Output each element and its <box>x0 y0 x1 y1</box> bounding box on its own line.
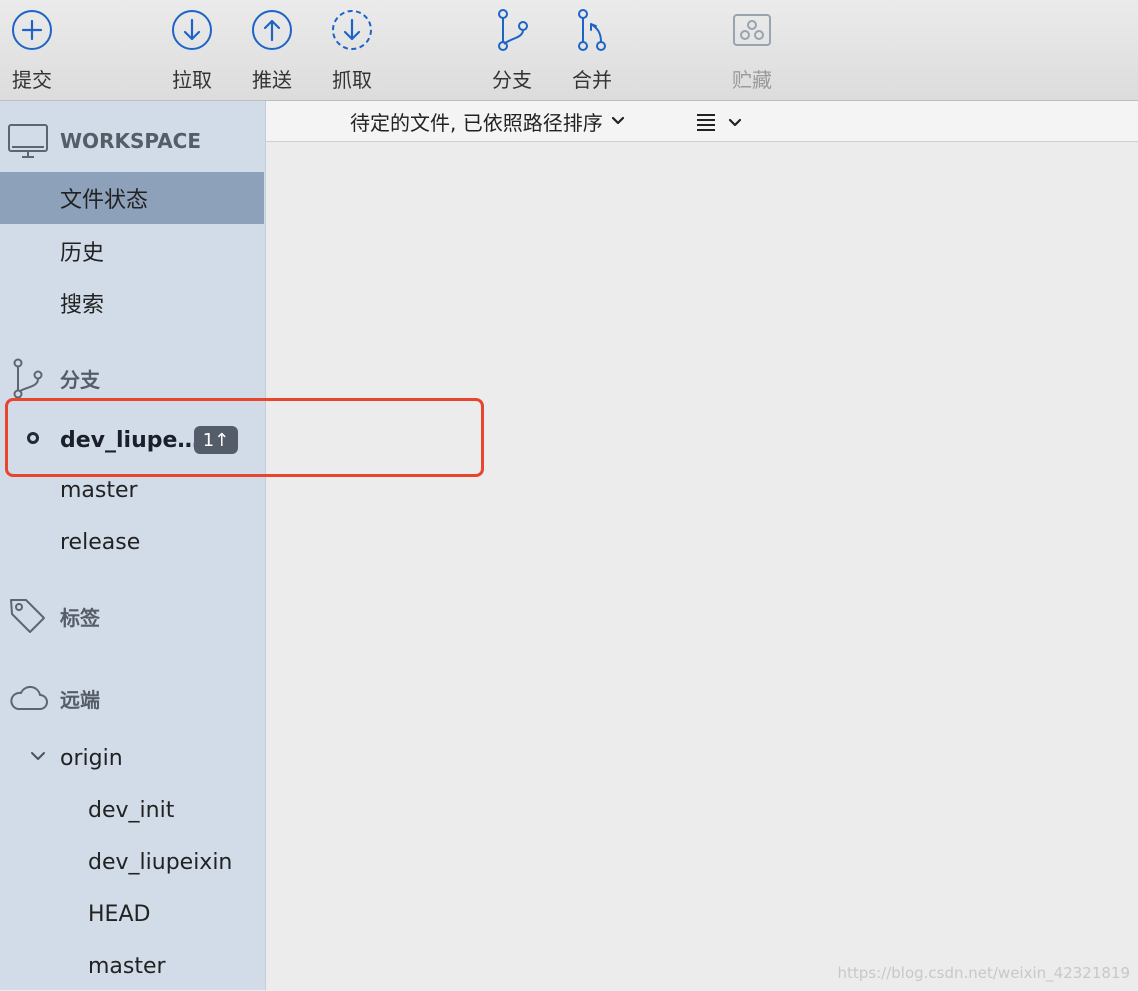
pull-label: 拉取 <box>172 68 212 92</box>
branch-item-release[interactable]: release <box>0 517 264 567</box>
merge-button[interactable]: 合并 <box>552 8 632 98</box>
merge-label: 合并 <box>572 68 612 92</box>
sidebar-item-label: 文件状态 <box>60 188 149 213</box>
sidebar-item-label: 搜索 <box>60 293 105 318</box>
toolbar: 提交 拉取 推送 抓取 分支 合并 贮藏 <box>0 0 1138 101</box>
branches-header[interactable]: 分支 <box>0 356 265 400</box>
chevron-down-icon <box>611 116 624 125</box>
commit-label: 提交 <box>12 68 52 92</box>
tag-icon <box>8 596 48 636</box>
tags-header-label: 标签 <box>60 605 100 630</box>
remote-branch-name: dev_init <box>88 797 175 823</box>
remote-branch-name: dev_liupeixin <box>88 849 233 875</box>
sort-order-select[interactable]: 待定的文件, 已依照路径排序 <box>350 107 625 135</box>
view-mode-select[interactable] <box>696 109 742 137</box>
commit-button[interactable]: 提交 <box>0 8 72 98</box>
branches-header-label: 分支 <box>60 367 100 392</box>
remote-branch-item[interactable]: master <box>0 941 264 991</box>
tags-header[interactable]: 标签 <box>0 594 265 638</box>
sidebar-item-label: 历史 <box>60 241 105 266</box>
chevron-down-icon <box>728 118 742 127</box>
branch-icon <box>8 358 48 398</box>
sort-order-label: 待定的文件, 已依照路径排序 <box>350 110 603 135</box>
list-view-icon <box>697 114 715 131</box>
branch-name: release <box>60 529 141 555</box>
pull-button[interactable]: 拉取 <box>152 8 232 98</box>
monitor-icon <box>8 121 48 161</box>
cloud-icon <box>8 678 48 718</box>
remote-origin[interactable]: origin <box>0 733 264 783</box>
sidebar-item-search[interactable]: 搜索 <box>0 278 264 328</box>
file-list-area <box>266 142 1138 990</box>
stash-label: 贮藏 <box>732 68 772 92</box>
branch-icon <box>490 8 534 52</box>
stash-button[interactable]: 贮藏 <box>712 8 792 98</box>
branch-name: master <box>60 477 138 503</box>
remote-name: origin <box>60 745 123 771</box>
watermark: https://blog.csdn.net/weixin_42321819 <box>837 964 1130 982</box>
branch-label: 分支 <box>492 68 532 92</box>
sidebar-item-history[interactable]: 历史 <box>0 226 264 276</box>
plus-circle-icon <box>10 8 54 52</box>
push-arrow-icon <box>250 8 294 52</box>
merge-icon <box>570 8 614 52</box>
remote-branch-item[interactable]: HEAD <box>0 889 264 939</box>
chevron-down-icon[interactable] <box>30 748 46 764</box>
remote-branch-item[interactable]: dev_init <box>0 785 264 835</box>
sidebar: WORKSPACE 文件状态 历史 搜索 分支 dev_liupe… 1↑ ma… <box>0 101 266 990</box>
workspace-header-label: WORKSPACE <box>60 129 202 153</box>
pull-arrow-icon <box>170 8 214 52</box>
sidebar-item-file-status[interactable]: 文件状态 <box>0 172 264 224</box>
remote-branch-name: HEAD <box>88 901 151 927</box>
branch-button[interactable]: 分支 <box>472 8 552 98</box>
remote-branch-name: master <box>88 953 166 979</box>
remotes-header[interactable]: 远端 <box>0 676 265 720</box>
remote-branch-item[interactable]: dev_liupeixin <box>0 837 264 887</box>
fetch-button[interactable]: 抓取 <box>312 8 392 98</box>
stash-icon <box>730 8 774 52</box>
fetch-arrow-icon <box>330 8 374 52</box>
push-button[interactable]: 推送 <box>232 8 312 98</box>
annotation-highlight-box <box>5 398 484 477</box>
workspace-header: WORKSPACE <box>0 119 265 163</box>
push-label: 推送 <box>252 68 292 92</box>
fetch-label: 抓取 <box>332 68 372 92</box>
remotes-header-label: 远端 <box>60 687 100 712</box>
file-list-header: 待定的文件, 已依照路径排序 <box>266 101 1138 142</box>
